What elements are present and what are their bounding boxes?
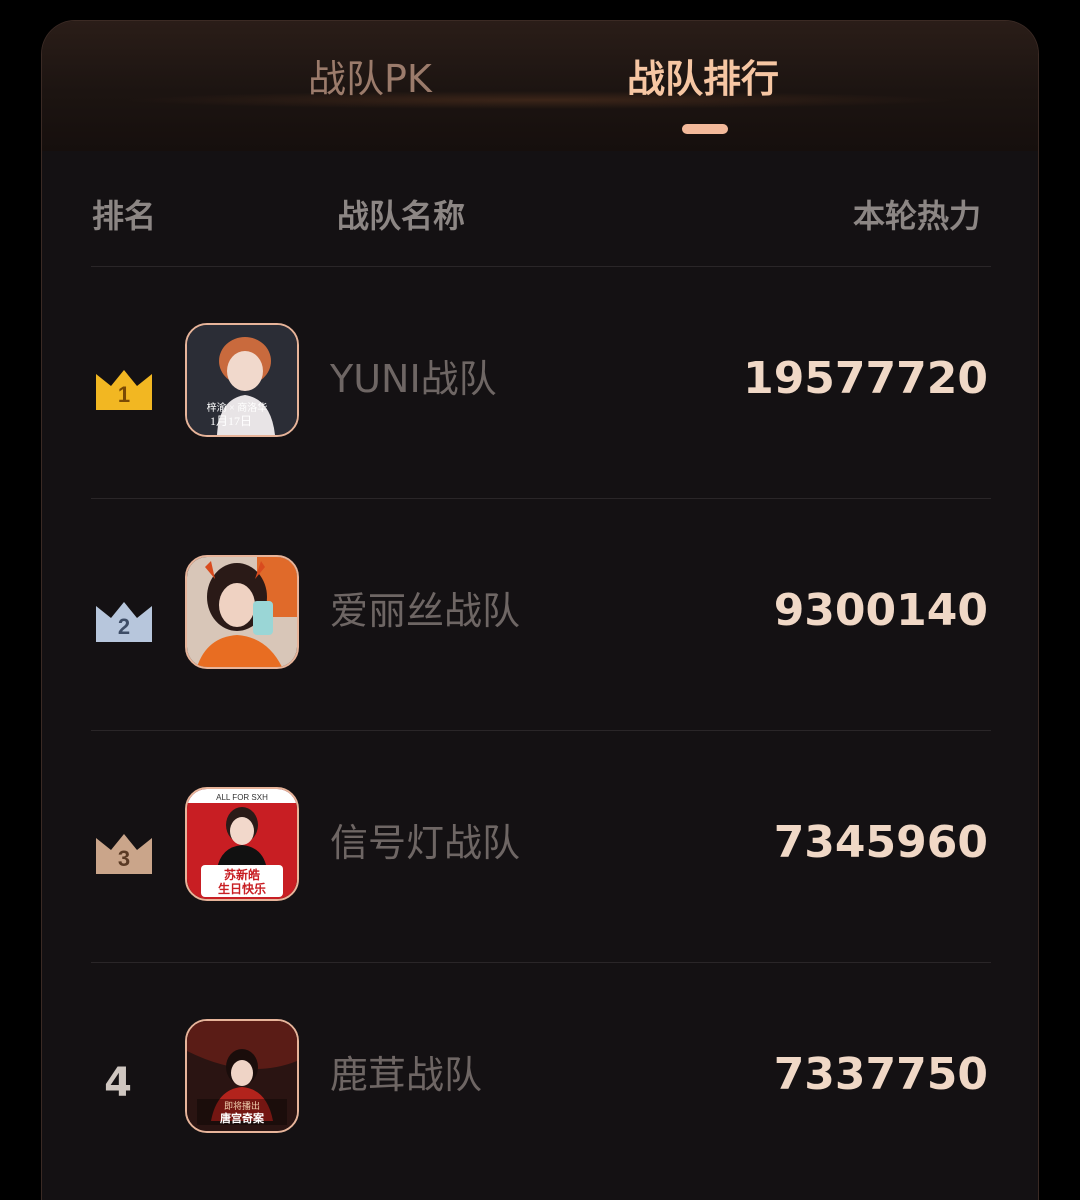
- svg-text:生日快乐: 生日快乐: [218, 881, 266, 896]
- svg-text:ALL FOR SXH: ALL FOR SXH: [216, 793, 268, 802]
- table-row[interactable]: 3 ALL FOR SXH 苏新皓 生日快乐 信号灯战队 7345960: [42, 730, 1038, 962]
- svg-text:即将播出: 即将播出: [224, 1100, 260, 1112]
- header-rank: 排名: [92, 197, 157, 235]
- rank-number: 4: [104, 1060, 132, 1106]
- team-avatar[interactable]: [185, 555, 299, 669]
- tab-bar: 战队PK 战队排行: [42, 21, 1038, 151]
- header-heat: 本轮热力: [852, 197, 981, 235]
- heat-value: 7345960: [773, 817, 988, 868]
- table-row[interactable]: 4 即将播出 唐宫奇案 鹿茸战队 7337750: [42, 962, 1038, 1194]
- bronze-crown-icon: 3: [94, 830, 154, 876]
- svg-text:唐宫奇案: 唐宫奇案: [220, 1111, 265, 1125]
- silver-crown-icon: 2: [94, 598, 154, 644]
- team-name: YUNI战队: [330, 357, 497, 401]
- ranking-panel: 战队PK 战队排行 排名 战队名称 本轮热力 1 梓渝 × 商洛华 1月17日: [41, 20, 1039, 1200]
- gold-crown-icon: 1: [94, 366, 154, 412]
- team-avatar[interactable]: 即将播出 唐宫奇案: [185, 1019, 299, 1133]
- tab-team-pk[interactable]: 战队PK: [308, 55, 432, 103]
- heat-value: 7337750: [773, 1049, 988, 1100]
- heat-value: 9300140: [773, 585, 988, 636]
- tab-team-ranking[interactable]: 战队排行: [627, 55, 779, 103]
- svg-text:苏新皓: 苏新皓: [224, 867, 260, 882]
- svg-text:梓渝 × 商洛华: 梓渝 × 商洛华: [207, 401, 268, 414]
- header-team-name: 战队名称: [337, 197, 466, 235]
- active-tab-indicator: [682, 124, 728, 134]
- table-row[interactable]: 2 爱丽丝战队 9300140: [42, 498, 1038, 730]
- team-name: 爱丽丝战队: [330, 589, 521, 633]
- team-name: 信号灯战队: [330, 821, 521, 865]
- crown-rank-label: 1: [118, 382, 130, 407]
- team-avatar[interactable]: ALL FOR SXH 苏新皓 生日快乐: [185, 787, 299, 901]
- team-name: 鹿茸战队: [330, 1053, 483, 1097]
- heat-value: 19577720: [743, 353, 988, 404]
- svg-text:1月17日: 1月17日: [210, 414, 252, 428]
- crown-rank-label: 3: [118, 846, 130, 871]
- table-header: 排名 战队名称 本轮热力: [42, 181, 1038, 251]
- table-row[interactable]: 1 梓渝 × 商洛华 1月17日 YUNI战队 19577720: [42, 266, 1038, 498]
- crown-rank-label: 2: [118, 614, 130, 639]
- team-avatar[interactable]: 梓渝 × 商洛华 1月17日: [185, 323, 299, 437]
